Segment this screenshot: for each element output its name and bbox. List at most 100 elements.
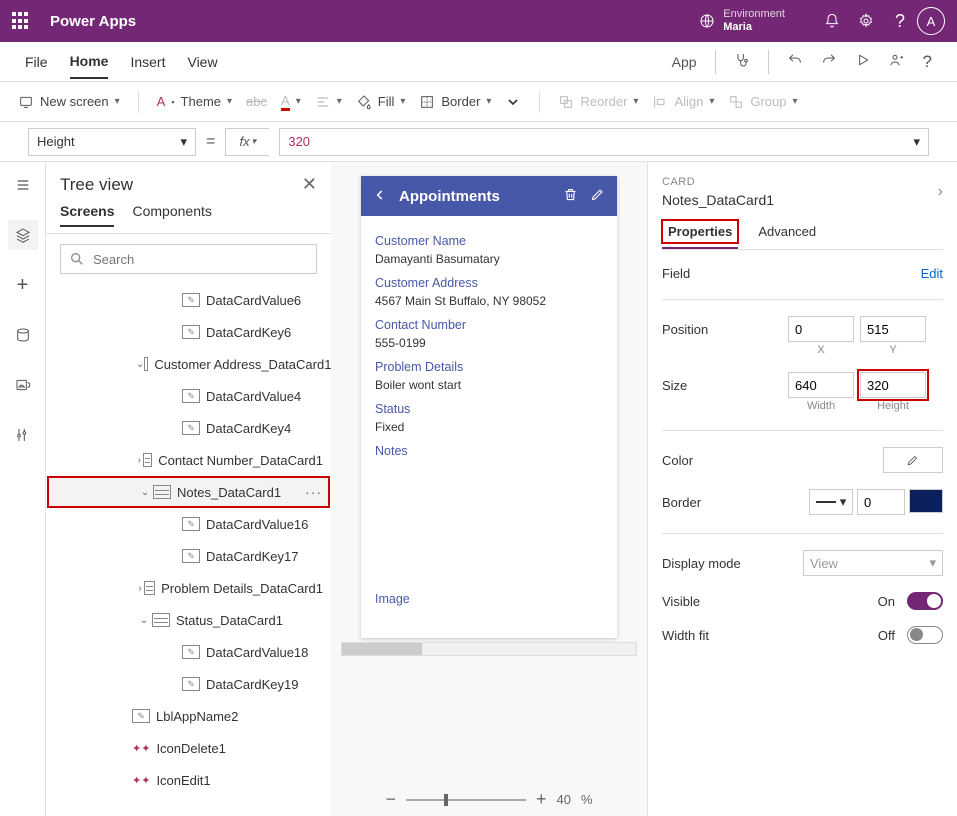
tree-item[interactable]: ✎DataCardKey17 — [46, 540, 331, 572]
menu-file[interactable]: File — [25, 46, 48, 78]
menu-insert[interactable]: Insert — [130, 46, 165, 78]
insert-button[interactable]: + — [8, 270, 38, 300]
tree-view-button[interactable] — [8, 220, 38, 250]
expand-formula-button[interactable] — [505, 94, 521, 110]
fill-button[interactable]: Fill▾ — [356, 94, 406, 110]
zoom-out-button[interactable]: − — [385, 789, 396, 810]
tree-item[interactable]: ✎DataCardValue4 — [46, 380, 331, 412]
tree-item[interactable]: ⌄Customer Address_DataCard1 — [46, 348, 331, 380]
canvas-scrollbar[interactable] — [341, 642, 637, 656]
settings-button[interactable] — [849, 4, 883, 38]
delete-button[interactable] — [563, 187, 578, 205]
visible-toggle[interactable] — [907, 592, 943, 610]
menu-home[interactable]: Home — [70, 45, 109, 79]
tools-button[interactable] — [8, 420, 38, 450]
edit-field-link[interactable]: Edit — [921, 266, 943, 281]
tree-item-label: IconEdit1 — [156, 773, 210, 788]
tree-item[interactable]: ⌄Status_DataCard1 — [46, 604, 331, 636]
tree-view-title: Tree view — [60, 175, 133, 195]
formula-input[interactable]: 320 ▾ — [279, 128, 929, 156]
undo-button[interactable] — [787, 52, 803, 71]
help-button[interactable]: ? — [883, 4, 917, 38]
menu-app[interactable]: App — [672, 46, 697, 78]
tree-item-label: Problem Details_DataCard1 — [161, 581, 323, 596]
tree-item[interactable]: ›Problem Details_DataCard1 — [46, 572, 331, 604]
media-button[interactable] — [8, 370, 38, 400]
theme-icon: A — [157, 94, 166, 109]
tree-item[interactable]: ✎DataCardValue18 — [46, 636, 331, 668]
equals-sign: = — [206, 133, 215, 151]
globe-icon — [699, 13, 715, 29]
new-screen-button[interactable]: New screen▾ — [18, 94, 120, 110]
tree-item[interactable]: ✦✦IconDelete1 — [46, 732, 331, 764]
tree-item[interactable]: ✎LblAppName2 — [46, 700, 331, 732]
edit-button[interactable] — [590, 187, 605, 205]
user-avatar[interactable]: A — [917, 7, 945, 35]
field-icon: ✎ — [182, 645, 200, 659]
tree-item[interactable]: ✎DataCardValue6 — [46, 284, 331, 316]
field-value: Boiler wont start — [375, 376, 603, 394]
trash-icon — [563, 187, 578, 202]
app-launcher-icon[interactable] — [12, 12, 30, 30]
border-style-picker[interactable]: ▾ — [809, 489, 853, 515]
tree-item[interactable]: ✦✦IconEdit1 — [46, 764, 331, 796]
size-label: Size — [662, 378, 782, 393]
tree-item[interactable]: ✎DataCardValue16 — [46, 508, 331, 540]
app-canvas[interactable]: Appointments Customer NameDamayanti Basu… — [361, 176, 617, 638]
field-value: 4567 Main St Buffalo, NY 98052 — [375, 292, 603, 310]
close-tree-button[interactable]: ✕ — [302, 174, 317, 195]
tree-item[interactable]: ✎DataCardKey19 — [46, 668, 331, 700]
property-selector[interactable]: Height ▾ — [28, 128, 196, 156]
x-sublabel: X — [788, 344, 854, 356]
border-color-picker[interactable] — [909, 489, 943, 513]
tree-item-label: Contact Number_DataCard1 — [158, 453, 323, 468]
tab-components[interactable]: Components — [132, 203, 211, 227]
theme-button[interactable]: A▪ Theme▾ — [157, 94, 232, 109]
field-value: 555-0199 — [375, 334, 603, 352]
fx-button[interactable]: fx▾ — [225, 128, 269, 156]
tree-item[interactable]: ✎DataCardKey4 — [46, 412, 331, 444]
tab-advanced[interactable]: Advanced — [756, 220, 818, 249]
card-icon — [144, 581, 155, 595]
color-picker[interactable] — [883, 447, 943, 473]
zoom-slider[interactable] — [406, 799, 526, 801]
align-button: Align▾ — [652, 94, 714, 110]
play-button[interactable] — [855, 52, 871, 71]
divider — [715, 50, 716, 74]
tree-item[interactable]: ⌄Notes_DataCard1··· — [47, 476, 330, 508]
more-button[interactable]: ··· — [305, 484, 322, 500]
border-width-input[interactable] — [857, 489, 905, 515]
app-checker-button[interactable] — [734, 52, 750, 71]
search-input[interactable] — [93, 252, 308, 267]
tab-properties[interactable]: Properties — [662, 220, 738, 249]
visible-label: Visible — [662, 594, 782, 609]
hamburger-button[interactable] — [8, 170, 38, 200]
tree-item[interactable]: ›Contact Number_DataCard1 — [46, 444, 331, 476]
widthfit-toggle[interactable] — [907, 626, 943, 644]
notifications-button[interactable] — [815, 4, 849, 38]
image-heading: Image — [375, 590, 603, 608]
position-y-input[interactable] — [860, 316, 926, 342]
menu-view[interactable]: View — [187, 46, 217, 78]
tree-item[interactable]: ✎DataCardKey6 — [46, 316, 331, 348]
chevron-down-icon: ▾ — [180, 134, 187, 150]
data-button[interactable] — [8, 320, 38, 350]
align-icon — [315, 94, 331, 110]
redo-button[interactable] — [821, 52, 837, 71]
tree-search[interactable] — [60, 244, 317, 274]
height-sublabel: Height — [860, 400, 926, 412]
tree-item-label: IconDelete1 — [156, 741, 225, 756]
display-mode-select[interactable]: View▾ — [803, 550, 943, 576]
tab-screens[interactable]: Screens — [60, 203, 114, 227]
help-button-2[interactable]: ? — [923, 52, 932, 72]
field-icon: ✎ — [182, 517, 200, 531]
position-x-input[interactable] — [788, 316, 854, 342]
expand-props-button[interactable]: › — [938, 183, 943, 201]
zoom-in-button[interactable]: + — [536, 789, 547, 810]
height-input[interactable] — [860, 372, 926, 398]
environment-picker[interactable]: Environment Maria — [699, 8, 785, 34]
width-input[interactable] — [788, 372, 854, 398]
border-button[interactable]: Border▾ — [419, 94, 491, 110]
back-button[interactable] — [373, 188, 387, 205]
share-button[interactable] — [889, 52, 905, 71]
